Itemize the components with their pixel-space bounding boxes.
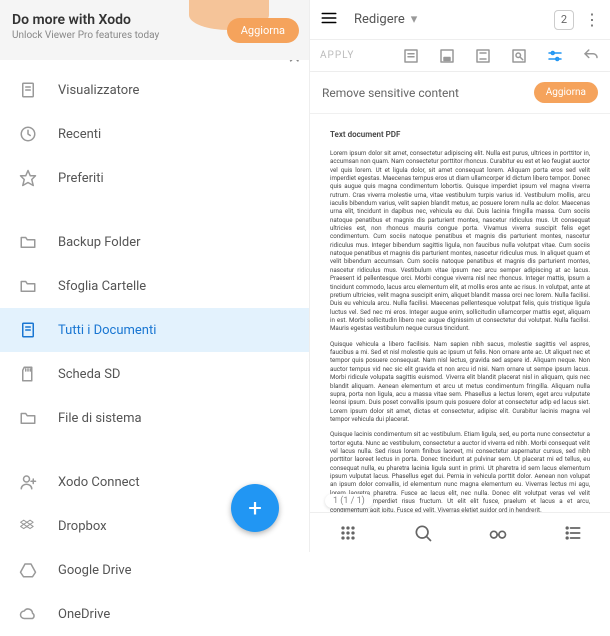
outline-icon[interactable]: [563, 523, 583, 543]
drive-icon: [18, 560, 38, 580]
undo-icon[interactable]: [582, 47, 600, 65]
star-icon: [18, 168, 38, 188]
redact-page-icon[interactable]: [474, 47, 492, 65]
promo-banner: Do more with Xodo Unlock Viewer Pro feat…: [0, 0, 309, 60]
bottom-toolbar: [310, 512, 610, 552]
chevron-down-icon: ▾: [411, 12, 418, 27]
nav-list: Visualizzatore Recenti Preferiti Backup Fol…: [0, 60, 309, 636]
editor-pane: Redigere▾ 2 ⋮ APPLY Remove sensitive con…: [310, 0, 610, 552]
folder-icon: [18, 232, 38, 252]
sidebar-item-file-di-sistema[interactable]: File di sistema: [0, 396, 309, 440]
sidebar-item-google-drive[interactable]: Google Drive: [0, 548, 309, 592]
sidebar-item-label: Sfoglia Cartelle: [58, 279, 146, 294]
sidebar-item-scheda-sd[interactable]: Scheda SD: [0, 352, 309, 396]
search-icon[interactable]: [413, 523, 433, 543]
sidebar-item-label: Scheda SD: [58, 367, 120, 382]
page-count-badge[interactable]: 2: [554, 10, 574, 30]
user-plus-icon: [18, 472, 38, 492]
clock-icon: [18, 124, 38, 144]
upgrade-button[interactable]: Aggiorna: [227, 18, 299, 43]
sidebar-item-preferiti[interactable]: Preferiti: [0, 156, 309, 200]
sidebar-item-label: Xodo Connect: [58, 475, 140, 490]
search-placeholder[interactable]: Remove sensitive content: [322, 86, 534, 100]
sidebar-item-label: File di sistema: [58, 411, 142, 426]
sidebar-item-label: OneDrive: [58, 607, 110, 622]
overflow-menu-icon[interactable]: ⋮: [584, 10, 600, 29]
redact-region-icon[interactable]: [438, 47, 456, 65]
sidebar-item-tutti-i-documenti[interactable]: Tutti i Documenti: [0, 308, 309, 352]
grid-icon[interactable]: [338, 523, 358, 543]
fab-add-button[interactable]: +: [231, 484, 279, 532]
sidebar-item-label: Backup Folder: [58, 235, 141, 250]
toolbar: APPLY: [310, 40, 610, 72]
doc-paragraph: Quisque vehicula a libero facilisis. Nam…: [330, 340, 590, 424]
sidebar-item-label: Recenti: [58, 127, 101, 142]
search-upgrade-button[interactable]: Aggiorna: [534, 82, 598, 103]
page-indicator: 1 (1 / 1): [325, 494, 373, 508]
cloud-icon: [18, 604, 38, 624]
sidebar: ⋮ ✕ Do more with Xodo Unlock Viewer Pro …: [0, 0, 310, 552]
sidebar-item-label: Preferiti: [58, 171, 104, 186]
folder-icon: [18, 408, 38, 428]
file-icon: [18, 80, 38, 100]
topbar: Redigere▾ 2 ⋮: [310, 0, 610, 40]
search-bar: Remove sensitive content Aggiorna: [310, 72, 610, 114]
folder-icon: [18, 276, 38, 296]
search-redact-icon[interactable]: [510, 47, 528, 65]
mode-dropdown[interactable]: Redigere▾: [354, 12, 554, 27]
doc-paragraph: Lorem ipsum dolor sit amet, consectetur …: [330, 149, 590, 333]
sidebar-item-backup-folder[interactable]: Backup Folder: [0, 220, 309, 264]
glasses-icon[interactable]: [488, 523, 508, 543]
apply-label: APPLY: [320, 50, 354, 61]
dropbox-icon: [18, 516, 38, 536]
doc-title: Text document PDF: [330, 130, 590, 141]
sd-icon: [18, 364, 38, 384]
sidebar-item-onedrive[interactable]: OneDrive: [0, 592, 309, 636]
settings-sliders-icon[interactable]: [546, 47, 564, 65]
sidebar-item-label: Google Drive: [58, 563, 131, 578]
file-icon: [18, 320, 38, 340]
menu-icon[interactable]: [320, 9, 338, 31]
sidebar-item-visualizzatore[interactable]: Visualizzatore: [0, 68, 309, 112]
redact-text-icon[interactable]: [402, 47, 420, 65]
sidebar-item-sfoglia-cartelle[interactable]: Sfoglia Cartelle: [0, 264, 309, 308]
document-view[interactable]: Text document PDF Lorem ipsum dolor sit …: [310, 114, 610, 512]
sidebar-item-label: Dropbox: [58, 519, 107, 534]
sidebar-item-label: Visualizzatore: [58, 83, 139, 98]
sidebar-item-label: Tutti i Documenti: [58, 323, 156, 338]
sidebar-item-recenti[interactable]: Recenti: [0, 112, 309, 156]
